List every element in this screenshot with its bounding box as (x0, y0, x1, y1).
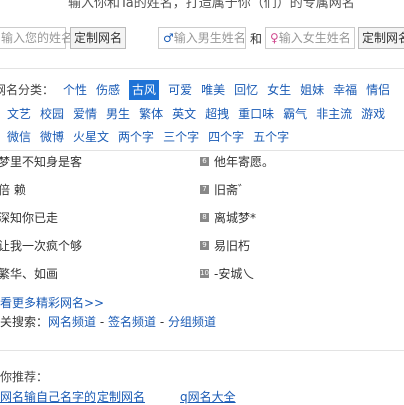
category-item[interactable]: 重口味 (238, 104, 274, 124)
category-item[interactable]: 游戏 (361, 104, 385, 124)
category-item[interactable]: 情侣 (366, 80, 390, 100)
category-row-3: 微信 微博 火星文 两个字 三个字 四个字 五个字 (7, 127, 298, 147)
category-item[interactable]: 超拽 (205, 104, 229, 124)
category-item[interactable]: 霸气 (283, 104, 307, 124)
custom-name-button[interactable]: 定制网名 (70, 27, 126, 49)
related-label: 关搜索： (0, 315, 49, 329)
name-input[interactable]: 输入您的姓名 (0, 27, 73, 49)
name-item[interactable]: 繁华、如画 (0, 265, 58, 282)
name-item[interactable]: 易旧朽 (214, 237, 250, 254)
category-item[interactable]: 微博 (40, 127, 64, 147)
related-link[interactable]: 分组频道 (168, 315, 216, 329)
category-item[interactable]: 英文 (172, 104, 196, 124)
name-item[interactable]: 他年寄愿。 (214, 153, 274, 170)
category-item[interactable]: 回忆 (234, 80, 258, 100)
related-link[interactable]: 签名频道 (108, 315, 156, 329)
category-label: 网名分类： (0, 83, 55, 97)
page-tagline: 输入你和Ta的姓名，打造属于你（们）的专属网名 (68, 0, 355, 11)
category-item[interactable]: 校园 (40, 104, 64, 124)
category-item[interactable]: 火星文 (73, 127, 109, 147)
category-item[interactable]: 幸福 (333, 80, 357, 100)
related-sep: - (96, 315, 108, 329)
name-item[interactable]: 梦里不知身是客 (0, 153, 82, 170)
name-icon: 10 (200, 269, 209, 278)
divider (0, 150, 404, 151)
recommend-link[interactable]: 定制网名 (97, 388, 145, 405)
related-link[interactable]: 网名频道 (48, 315, 96, 329)
female-name-input[interactable]: ♀输入女生姓名 (265, 27, 355, 49)
name-item[interactable]: 旧斋゛ (214, 181, 250, 198)
category-item[interactable]: 微信 (7, 127, 31, 147)
name-icon: 7 (200, 185, 209, 194)
category-item[interactable]: 爱情 (73, 104, 97, 124)
recommend-link[interactable]: 网名输自己名字的 (0, 388, 96, 405)
name-item[interactable]: -安城乀 (214, 265, 254, 282)
category-row-2: 文艺 校园 爱情 男生 繁体 英文 超拽 重口味 霸气 非主流 游戏 (7, 104, 394, 124)
name-icon: 6 (200, 157, 209, 166)
male-icon: ♂ (163, 31, 174, 45)
category-item[interactable]: 非主流 (316, 104, 352, 124)
name-item[interactable]: 让我一次疯个够 (0, 237, 82, 254)
category-item[interactable]: 文艺 (7, 104, 31, 124)
name-item[interactable]: 倍 赖 (0, 181, 26, 198)
name-item[interactable]: 离城梦* (214, 209, 256, 226)
category-item-selected[interactable]: 古风 (129, 80, 160, 100)
name-icon: 9 (200, 241, 209, 250)
related-sep: - (156, 315, 168, 329)
and-label: 和 (250, 32, 263, 46)
category-row-1: 网名分类： 个性 伤感 古风 可爱 唯美 回忆 女生 姐妹 幸福 情侣 (0, 80, 399, 100)
female-icon: ♀ (270, 31, 279, 45)
category-item[interactable]: 伤感 (96, 80, 120, 100)
male-name-placeholder: 输入男生姓名 (173, 31, 246, 45)
name-icon: 8 (200, 213, 209, 222)
category-item[interactable]: 女生 (267, 80, 291, 100)
recommend-label: 你推荐： (0, 370, 49, 384)
category-item[interactable]: 五个字 (253, 127, 289, 147)
category-item[interactable]: 可爱 (168, 80, 192, 100)
recommend-link[interactable]: q网名大全 (180, 388, 236, 405)
couple-name-button[interactable]: 定制网名 (358, 27, 404, 49)
category-item[interactable]: 四个字 (208, 127, 244, 147)
category-item[interactable]: 三个字 (163, 127, 199, 147)
category-item[interactable]: 男生 (106, 104, 130, 124)
name-item[interactable]: 深知你已走 (0, 209, 58, 226)
female-name-placeholder: 输入女生姓名 (278, 31, 351, 45)
category-item[interactable]: 个性 (63, 80, 87, 100)
divider (0, 68, 404, 69)
category-item[interactable]: 唯美 (201, 80, 225, 100)
male-name-input[interactable]: ♂输入男生姓名 (158, 27, 246, 49)
category-item[interactable]: 姐妹 (300, 80, 324, 100)
category-item[interactable]: 繁体 (139, 104, 163, 124)
divider (0, 350, 404, 351)
related-search: 关搜索：网名频道 - 签名频道 - 分组频道 (0, 313, 216, 330)
category-item[interactable]: 两个字 (118, 127, 154, 147)
more-names-link[interactable]: 看更多精彩网名>> (0, 294, 104, 311)
